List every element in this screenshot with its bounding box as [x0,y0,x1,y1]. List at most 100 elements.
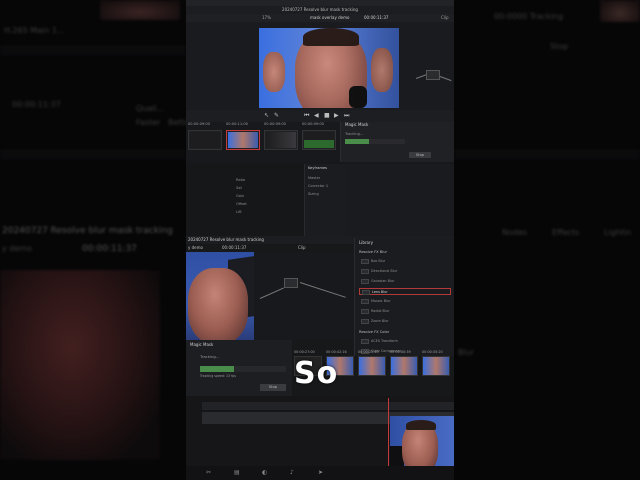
color-panel: Ratio Sat Gain Offset Lift Keyframes Mas… [186,164,454,236]
magic-mask-title: Magic Mask [190,342,214,347]
color-tools: Ratio Sat Gain Offset Lift [186,164,304,236]
node[interactable] [284,278,298,288]
library-item[interactable]: Directional Blur [359,268,451,275]
param-label: Gain [236,194,245,198]
skip-back-icon[interactable]: ⏮ [304,113,310,119]
thumbnail-image [266,132,296,148]
tracking-progress-fill [345,139,369,144]
magic-mask-status: Tracking... [200,354,220,359]
fx-icon [361,339,369,344]
thumbnail-image [304,132,334,148]
lower-timecode: 00:00:11:37 [222,245,247,250]
library-item-label: Mosaic Blur [371,299,391,303]
lower-clip-menu[interactable]: Clip [298,244,306,252]
viewer-timecode: 00:00:11:37 [364,15,389,20]
window-title: 20240727 Resolve blur mask tracking [186,6,454,14]
clip-strip-panel: 00:00:09:00 00:00:11:00 00:00:09:00 00:0… [186,122,454,162]
pointer-icon[interactable]: ↖ [264,113,270,119]
param-label: Offset [236,202,247,206]
presenter-hair [406,420,436,430]
clip-thumbnail-active[interactable] [226,130,260,150]
node-connector [299,282,346,298]
thumb-timecode: 00:00:35:20 [422,350,443,354]
library-item[interactable]: Gaussian Blur [359,278,451,285]
thumbnail-image [228,132,258,148]
keyframe-row[interactable]: Sizing [308,192,319,198]
fx-icon [362,290,370,295]
play-icon[interactable]: ▶ [334,113,340,119]
timeline-ruler[interactable] [202,402,454,410]
library-item[interactable]: Box Blur [359,258,451,265]
effects-library: Library Resolve FX Blur Box Blur Directi… [354,238,454,356]
library-item[interactable]: Radial Blur [359,308,451,315]
library-item-label: Directional Blur [371,269,398,273]
keyframe-row[interactable]: Corrector 1 [308,184,328,190]
viewer-toolbar: 17% mask overlay demo 00:00:11:37 Clip [186,14,454,22]
thumb-timecode: 00:00:09:00 [264,122,286,126]
fx-icon [361,309,369,314]
library-item-label: Lens Blur [372,290,388,294]
page-navigation: ✂ ▤ ◐ ♪ ➤ [186,466,454,480]
color-parameter-table: Ratio Sat Gain Offset Lift [236,178,304,234]
keyframes-title: Keyframes [308,166,328,170]
clip-thumbnail[interactable] [302,130,336,150]
play-reverse-icon[interactable]: ◀ [314,113,320,119]
library-item[interactable]: Mosaic Blur [359,298,451,305]
lower-node-graph [254,252,354,340]
clip-menu[interactable]: Clip [441,14,449,22]
library-item-label: Gaussian Blur [371,279,395,283]
pen-icon[interactable]: ✎ [274,113,280,119]
deliver-icon[interactable]: ➤ [318,470,324,476]
library-item[interactable]: ACES Transform [359,338,451,345]
library-item-label: Radial Blur [371,309,390,313]
magic-mask-status: Tracking... [345,132,364,136]
thumb-timecode: 00:00:09:00 [188,122,210,126]
zoom-level[interactable]: 17% [262,14,271,22]
tracking-speed: Tracking speed: 13 fps [200,374,236,378]
fx-icon [361,269,369,274]
subtitle-caption: So [294,356,339,391]
thumb-timecode: 00:00:22:40 [358,350,379,354]
color-right-panel [346,164,454,236]
node-connector [439,76,452,82]
clip-thumbnail[interactable] [422,356,450,376]
magic-mask-title: Magic Mask [345,122,369,127]
clip-thumbnail[interactable] [264,130,298,150]
color-icon[interactable]: ◐ [262,470,268,476]
edit-icon[interactable]: ▤ [234,470,240,476]
library-section: Resolve FX Blur [359,250,387,254]
zoomed-recording: 20240727 Resolve blur mask tracking y de… [186,236,454,480]
clip-thumbnail[interactable] [390,356,418,376]
node[interactable] [426,70,440,80]
library-title: Library [359,240,373,245]
stop-button[interactable]: Stop [260,384,286,391]
thumb-timecode: 00:00:40:39 [390,350,411,354]
stop-icon[interactable]: ■ [324,113,330,119]
thumb-timecode: 00:00:09:00 [302,122,324,126]
presenter-face [188,268,248,340]
lower-video-frame [186,252,254,340]
clip-thumbnail[interactable] [358,356,386,376]
viewer [186,22,454,110]
stop-button[interactable]: Stop [409,152,431,158]
lower-demo-label: y demo [188,245,203,250]
fx-icon [361,259,369,264]
thumbnail-image [190,132,220,148]
clip-thumbnails: 00:00:09:00 00:00:11:00 00:00:09:00 00:0… [186,122,340,154]
node-graph [415,68,452,88]
cut-icon[interactable]: ✂ [206,470,212,476]
library-item-label: Zoom Blur [371,319,389,323]
fairlight-icon[interactable]: ♪ [290,470,296,476]
library-item-label: Box Blur [371,259,386,263]
param-label: Sat [236,186,242,190]
library-item-selected[interactable]: Lens Blur [359,288,451,295]
video-stage: File Edit Trim Timeline Clip Mark View P… [186,0,454,480]
clip-thumbnail[interactable] [188,130,222,150]
library-item[interactable]: Zoom Blur [359,318,451,325]
magic-mask-panel-top: Magic Mask Tracking... Stop [340,122,454,162]
skip-forward-icon[interactable]: ⏭ [344,113,350,119]
fx-icon [361,299,369,304]
tracking-progress-bar [200,366,286,372]
viewer-controls: ↖ ✎ ⏮ ◀ ■ ▶ ⏭ [186,110,454,122]
keyframe-row[interactable]: Master [308,176,320,182]
